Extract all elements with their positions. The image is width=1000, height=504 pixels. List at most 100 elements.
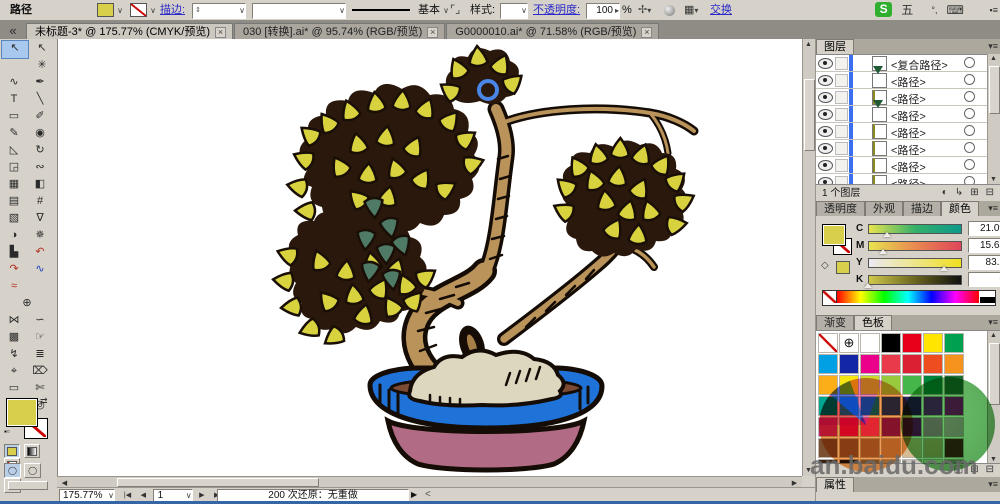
- swatch-color[interactable]: [881, 333, 901, 353]
- swatch-color[interactable]: [902, 354, 922, 374]
- style-combo[interactable]: ∨: [500, 3, 528, 19]
- swatch-color[interactable]: [818, 354, 838, 374]
- chevron-right-icon[interactable]: ▸: [615, 4, 619, 18]
- opacity-link[interactable]: 不透明度:: [533, 3, 580, 17]
- tab-attributes[interactable]: 属性: [816, 477, 854, 492]
- fill-color-combo[interactable]: ∨: [97, 3, 123, 18]
- magic-wand-tool[interactable]: ✳: [29, 57, 55, 74]
- pen-tool[interactable]: ✒: [27, 74, 53, 91]
- transform-link[interactable]: 交换: [710, 3, 732, 17]
- pencil-tool[interactable]: ✎: [1, 125, 27, 142]
- chevron-down-icon[interactable]: ∨: [239, 4, 245, 18]
- layer-label[interactable]: <路径>: [891, 108, 926, 124]
- swatch-color[interactable]: [839, 354, 859, 374]
- layer-row[interactable]: <路径>: [816, 157, 1000, 174]
- swatch-color[interactable]: [881, 417, 901, 437]
- visibility-eye-icon[interactable]: [818, 160, 833, 171]
- fill-proxy-swatch[interactable]: [822, 224, 846, 246]
- scrollbar-thumb[interactable]: [989, 66, 1000, 114]
- target-circle-icon[interactable]: [964, 57, 975, 68]
- swatch-color[interactable]: [923, 417, 943, 437]
- delete-swatch-icon[interactable]: ⊟: [986, 464, 994, 475]
- center-target-tool[interactable]: ⊕: [1, 295, 53, 312]
- swap-fill-stroke-icon[interactable]: ⇄: [40, 396, 48, 407]
- eraser-tool[interactable]: ◺: [1, 142, 27, 159]
- ime-mode-label[interactable]: 五: [901, 1, 913, 18]
- layers-scrollbar[interactable]: ▲ ▼: [987, 54, 1000, 184]
- lock-column[interactable]: [835, 91, 848, 104]
- swatch-color[interactable]: [881, 438, 901, 458]
- document-tab-3[interactable]: G0000010.ai* @ 71.58% (RGB/预览) ×: [446, 23, 660, 40]
- panel-menu-icon[interactable]: ▾≡: [988, 203, 998, 214]
- channel-value-C[interactable]: 21.09: [968, 221, 1000, 236]
- swatch-none[interactable]: [818, 333, 838, 353]
- document-tab-1[interactable]: 未标题-3* @ 175.77% (CMYK/预览) ×: [26, 23, 233, 40]
- swatch-color[interactable]: [944, 354, 964, 374]
- swatch-color[interactable]: [902, 375, 922, 395]
- layer-row[interactable]: <路径>: [816, 123, 1000, 140]
- arc-tool[interactable]: ↶: [27, 244, 53, 261]
- slider-thumb[interactable]: [883, 232, 891, 237]
- scrollbar-thumb[interactable]: [804, 79, 815, 151]
- align-grid-icon[interactable]: ▦▾: [684, 3, 698, 17]
- target-circle-icon[interactable]: [964, 142, 975, 153]
- layer-label[interactable]: <路径>: [891, 125, 926, 141]
- isolate-selection-icon[interactable]: ✢▾: [638, 3, 651, 17]
- swatch-color[interactable]: [944, 333, 964, 353]
- stepper-icon[interactable]: ⇕: [193, 4, 203, 18]
- selection-tool[interactable]: ↖: [1, 40, 29, 59]
- scroll-up-icon[interactable]: ▲: [988, 332, 999, 339]
- swatch-color[interactable]: [818, 438, 838, 458]
- swatch-registration[interactable]: ⊕: [839, 333, 859, 353]
- mesh-tool[interactable]: #: [27, 193, 53, 210]
- punct-icon[interactable]: °,: [931, 5, 937, 15]
- swatch-color[interactable]: [902, 438, 922, 458]
- swatch-color[interactable]: [839, 438, 859, 458]
- wave-tool[interactable]: ∽: [27, 312, 53, 329]
- stroke-weight-combo[interactable]: ⇕ ∨: [192, 3, 246, 19]
- line-segment-tool[interactable]: ╲: [27, 91, 53, 108]
- gradient-tool[interactable]: ▧: [1, 210, 27, 227]
- layer-label[interactable]: <路径>: [891, 74, 926, 90]
- scroll-down-icon[interactable]: ▼: [988, 456, 999, 463]
- distort-tool[interactable]: ⋈: [1, 312, 27, 329]
- curvature-tool[interactable]: ∿: [27, 261, 53, 278]
- swatch-color[interactable]: [881, 396, 901, 416]
- document-tab-2[interactable]: 030 [转换].ai* @ 95.74% (RGB/预览) ×: [234, 23, 446, 40]
- swatch-color[interactable]: [923, 375, 943, 395]
- scrollbar-thumb[interactable]: [989, 343, 1000, 405]
- zigzag-tool[interactable]: ↯: [1, 346, 27, 363]
- black-white-swatches[interactable]: [980, 291, 995, 303]
- chevron-down-icon[interactable]: ∨: [117, 6, 123, 15]
- brush-definition-combo[interactable]: ∨: [252, 3, 346, 19]
- scrollbar-thumb[interactable]: [117, 478, 319, 487]
- swatch-color[interactable]: [860, 354, 880, 374]
- panel-menu-icon[interactable]: ▾≡: [988, 317, 998, 328]
- swatches-scrollbar[interactable]: ▲ ▼: [987, 331, 1000, 464]
- swatch-color[interactable]: [860, 396, 880, 416]
- tab-inspector-4[interactable]: 颜色: [941, 201, 979, 216]
- lock-column[interactable]: [835, 159, 848, 172]
- blend-tool[interactable]: ◑: [1, 227, 27, 244]
- panel-collapse-icon[interactable]: ▪≡: [990, 3, 998, 17]
- tab-overflow-icon[interactable]: «: [0, 23, 26, 38]
- width-tool[interactable]: ∾: [27, 159, 53, 176]
- status-expand-icon[interactable]: ▶: [411, 489, 417, 501]
- toolbar-collapse-handle[interactable]: [8, 481, 48, 490]
- draw-normal-button[interactable]: ◯: [4, 463, 21, 478]
- type-tool[interactable]: T: [1, 91, 27, 108]
- scroll-right-icon[interactable]: ▶: [789, 479, 800, 487]
- chevron-down-icon[interactable]: ∨: [521, 4, 527, 18]
- chevron-down-icon[interactable]: ∨: [339, 4, 345, 18]
- crop-area-tool[interactable]: ▭: [1, 380, 27, 397]
- chevron-down-icon[interactable]: ∨: [150, 6, 156, 15]
- close-icon[interactable]: ×: [641, 27, 653, 38]
- perspective-grid-tool[interactable]: ▤: [1, 193, 27, 210]
- color-spectrum-bar[interactable]: [822, 290, 996, 306]
- new-sublayer-icon[interactable]: ↳: [955, 185, 963, 201]
- free-transform-tool[interactable]: ▦: [1, 176, 27, 193]
- swatch-color[interactable]: [860, 417, 880, 437]
- lock-column[interactable]: [835, 108, 848, 121]
- recolor-artwork-icon[interactable]: [664, 3, 675, 17]
- swatch-color[interactable]: [902, 417, 922, 437]
